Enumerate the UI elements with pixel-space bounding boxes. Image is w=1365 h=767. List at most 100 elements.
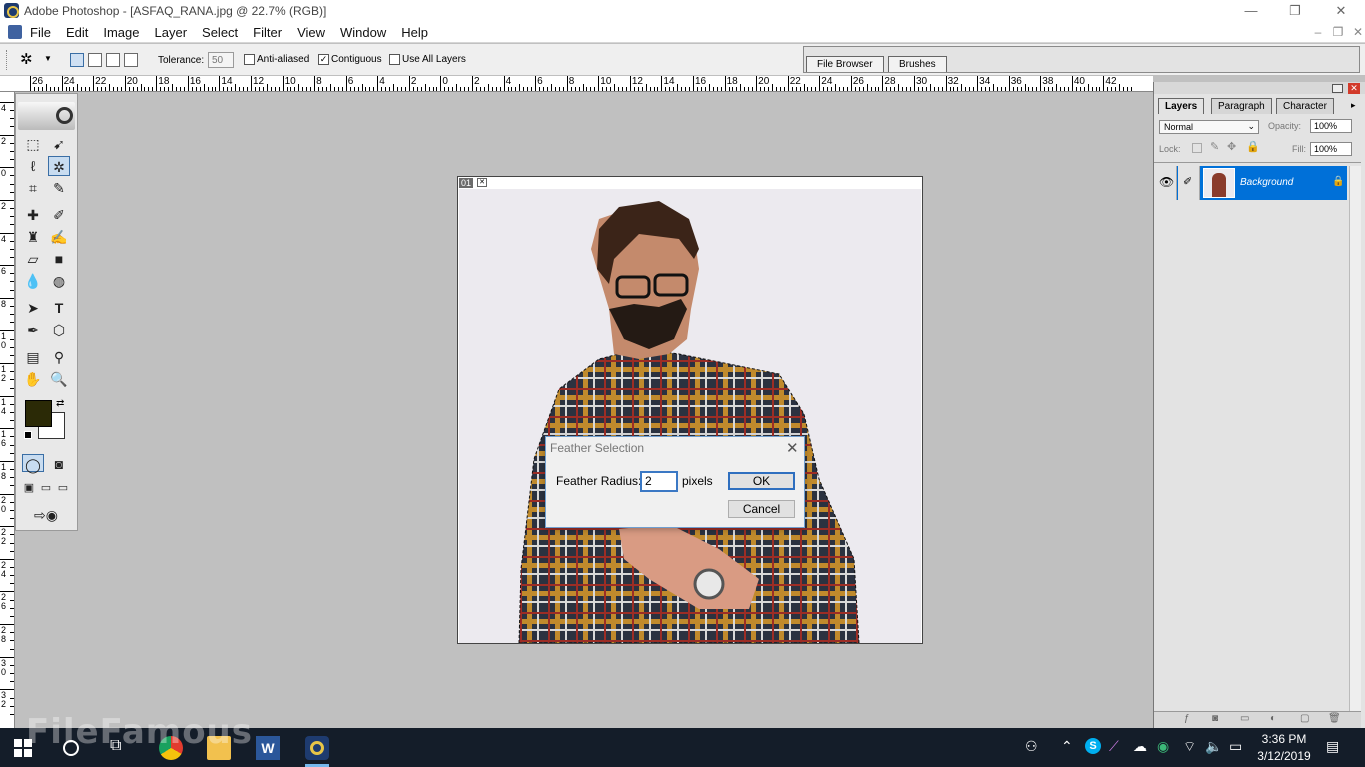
wifi-icon[interactable]: ⌔ bbox=[1183, 738, 1196, 756]
action-center-icon[interactable]: ▤ bbox=[1326, 738, 1339, 755]
palette-menu-icon[interactable]: ▸ bbox=[1351, 100, 1356, 111]
standard-screen-mode-icon[interactable]: ▣ bbox=[21, 480, 37, 496]
full-screen-mode-icon[interactable]: ▭ bbox=[55, 480, 71, 496]
eyedropper-tool-icon[interactable]: ⚲ bbox=[48, 347, 70, 367]
menu-window[interactable]: Window bbox=[340, 25, 395, 40]
lock-paint-icon[interactable]: ✎ bbox=[1210, 140, 1219, 153]
menu-help[interactable]: Help bbox=[401, 25, 437, 40]
layer-brush-icon[interactable]: ✐ bbox=[1178, 166, 1200, 200]
pen-tool-icon[interactable]: ✒ bbox=[22, 320, 44, 340]
taskbar-clock[interactable]: 3:36 PM 3/12/2019 bbox=[1252, 731, 1316, 765]
palette-close-icon[interactable]: ✕ bbox=[1348, 83, 1360, 94]
onedrive-icon[interactable]: ☁ bbox=[1133, 738, 1147, 755]
dodge-tool-icon[interactable]: ◍ bbox=[48, 271, 70, 291]
menu-edit[interactable]: Edit bbox=[66, 25, 97, 40]
slice-tool-icon[interactable]: ✎ bbox=[48, 178, 70, 198]
battery-icon[interactable]: ▭ bbox=[1229, 738, 1242, 755]
people-icon[interactable]: ⚇ bbox=[1025, 738, 1038, 755]
tab-brushes[interactable]: Brushes bbox=[888, 56, 947, 72]
path-selection-icon[interactable]: ➤ bbox=[22, 298, 44, 318]
adobe-online-icon[interactable] bbox=[18, 102, 75, 130]
word-icon[interactable]: W bbox=[256, 736, 280, 760]
minimize-button[interactable]: — bbox=[1243, 3, 1259, 19]
jump-to-imageready-icon[interactable]: ⇨◉ bbox=[22, 505, 70, 525]
default-colors-icon[interactable] bbox=[24, 431, 32, 439]
adjustment-layer-icon[interactable]: ◐ bbox=[1270, 713, 1276, 724]
tab-layers[interactable]: Layers bbox=[1158, 98, 1205, 114]
document-window[interactable]: 01 ✕ bbox=[457, 176, 923, 644]
swap-colors-icon[interactable]: ⇄ bbox=[56, 398, 64, 409]
document-close-button[interactable]: ✕ bbox=[1351, 25, 1365, 39]
lasso-tool-icon[interactable]: ℓ bbox=[22, 156, 44, 176]
gradient-tool-icon[interactable]: ■ bbox=[48, 249, 70, 269]
anti-aliased-checkbox[interactable] bbox=[244, 54, 255, 65]
show-hidden-icons-icon[interactable]: ⌃ bbox=[1061, 738, 1073, 755]
palette-minimize-icon[interactable] bbox=[1332, 84, 1343, 93]
options-grip[interactable] bbox=[6, 50, 8, 70]
quick-mask-mode-icon[interactable]: ◙ bbox=[48, 454, 70, 472]
layer-style-icon[interactable]: ƒ bbox=[1184, 713, 1190, 724]
move-tool-icon[interactable]: ➹ bbox=[48, 134, 70, 154]
use-all-layers-checkbox[interactable] bbox=[389, 54, 400, 65]
layers-scrollbar[interactable] bbox=[1349, 166, 1361, 711]
document-close-icon[interactable]: ✕ bbox=[477, 178, 487, 187]
pen-app-icon[interactable]: ⟋ bbox=[1109, 738, 1119, 755]
lock-all-icon[interactable]: 🔒 bbox=[1246, 140, 1260, 153]
lock-transparency-icon[interactable] bbox=[1192, 143, 1202, 153]
lock-move-icon[interactable]: ✥ bbox=[1227, 140, 1236, 153]
skype-icon[interactable]: S bbox=[1085, 738, 1101, 754]
brush-tool-icon[interactable]: ✐ bbox=[48, 205, 70, 225]
layer-name[interactable]: Background bbox=[1240, 177, 1293, 188]
blur-tool-icon[interactable]: 💧 bbox=[22, 271, 44, 291]
clone-stamp-icon[interactable]: ♜ bbox=[22, 227, 44, 247]
ok-button[interactable]: OK bbox=[728, 472, 795, 490]
new-set-icon[interactable]: ▭ bbox=[1240, 713, 1249, 724]
menu-image[interactable]: Image bbox=[103, 25, 148, 40]
menu-filter[interactable]: Filter bbox=[253, 25, 291, 40]
delete-layer-icon[interactable]: 🗑 bbox=[1328, 713, 1341, 724]
menu-layer[interactable]: Layer bbox=[155, 25, 197, 40]
restore-button[interactable]: ❐ bbox=[1287, 3, 1303, 19]
add-to-selection-icon[interactable] bbox=[88, 53, 102, 67]
tab-character[interactable]: Character bbox=[1276, 98, 1334, 114]
tab-file-browser[interactable]: File Browser bbox=[806, 56, 884, 72]
photoshop-taskbar-icon[interactable] bbox=[305, 736, 329, 760]
layer-row-background[interactable]: 👁 ✐ Background 🔒 bbox=[1155, 166, 1347, 200]
magic-wand-preset-icon[interactable]: ✲ bbox=[20, 50, 33, 68]
subtract-from-selection-icon[interactable] bbox=[106, 53, 120, 67]
healing-brush-icon[interactable]: ✚ bbox=[22, 205, 44, 225]
new-selection-icon[interactable] bbox=[70, 53, 84, 67]
layer-visibility-eye-icon[interactable]: 👁 bbox=[1155, 166, 1177, 200]
standard-mode-icon[interactable]: ◯ bbox=[22, 454, 44, 473]
dialog-close-icon[interactable]: ✕ bbox=[786, 439, 799, 457]
type-tool-icon[interactable]: T bbox=[48, 298, 70, 318]
new-layer-icon[interactable]: ▢ bbox=[1300, 713, 1309, 724]
menu-select[interactable]: Select bbox=[202, 25, 247, 40]
menu-file[interactable]: File bbox=[30, 25, 60, 40]
security-icon[interactable]: ◉ bbox=[1157, 738, 1169, 755]
history-brush-icon[interactable]: ✍ bbox=[48, 227, 70, 247]
zoom-tool-icon[interactable]: 🔍 bbox=[48, 369, 70, 389]
menu-view[interactable]: View bbox=[297, 25, 334, 40]
notes-tool-icon[interactable]: ▤ bbox=[22, 347, 44, 367]
volume-icon[interactable]: 🔈 bbox=[1205, 738, 1222, 755]
fill-input[interactable]: 100% bbox=[1310, 142, 1352, 156]
tab-paragraph[interactable]: Paragraph bbox=[1211, 98, 1272, 114]
close-button[interactable]: ✕ bbox=[1333, 3, 1349, 19]
marquee-tool-icon[interactable]: ⬚ bbox=[22, 134, 44, 154]
canvas-image[interactable] bbox=[459, 189, 921, 643]
tolerance-input[interactable]: 50 bbox=[208, 52, 234, 68]
preset-dropdown-icon[interactable]: ▼ bbox=[44, 54, 52, 63]
crop-tool-icon[interactable]: ⌗ bbox=[22, 178, 44, 198]
hand-tool-icon[interactable]: ✋ bbox=[22, 369, 44, 389]
eraser-tool-icon[interactable]: ▱ bbox=[22, 249, 44, 269]
foreground-color-swatch[interactable] bbox=[25, 400, 52, 427]
blend-mode-select[interactable]: Normal ⌄ bbox=[1159, 120, 1259, 134]
contiguous-checkbox[interactable]: ✓ bbox=[318, 54, 329, 65]
magic-wand-tool-icon[interactable]: ✲ bbox=[48, 156, 70, 176]
document-minimize-button[interactable]: – bbox=[1311, 25, 1325, 39]
document-restore-button[interactable]: ❐ bbox=[1331, 25, 1345, 39]
opacity-input[interactable]: 100% bbox=[1310, 119, 1352, 133]
full-screen-menu-mode-icon[interactable]: ▭ bbox=[38, 480, 54, 496]
shape-tool-icon[interactable]: ⬡ bbox=[48, 320, 70, 340]
